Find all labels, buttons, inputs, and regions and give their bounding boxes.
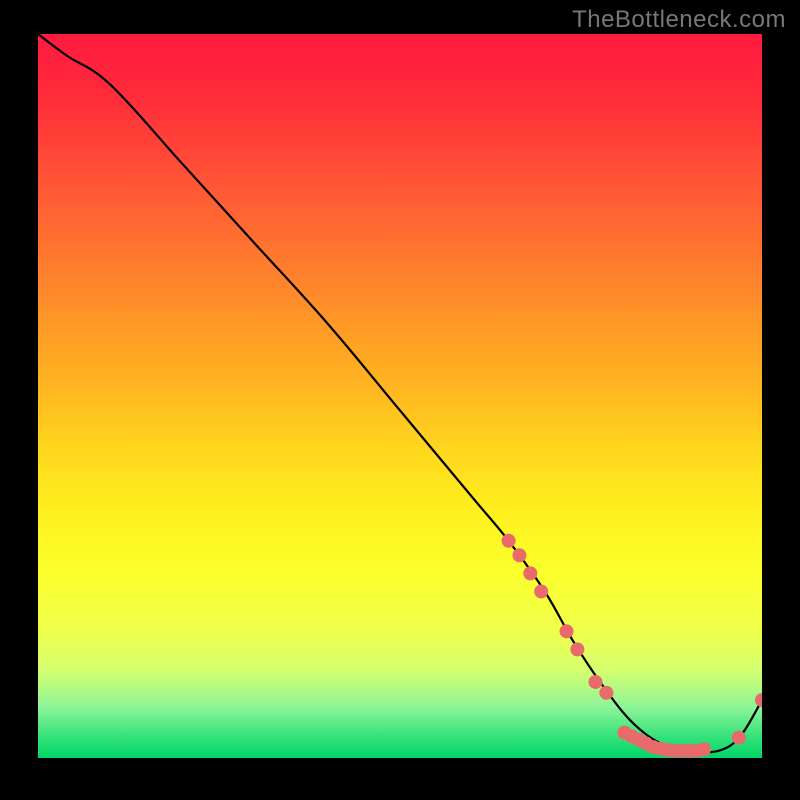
- chart-stage: TheBottleneck.com: [0, 0, 800, 800]
- chart-markers: [502, 534, 762, 758]
- chart-marker: [502, 534, 516, 548]
- chart-marker: [697, 742, 711, 756]
- chart-marker: [570, 642, 584, 656]
- chart-marker: [755, 693, 762, 707]
- chart-svg: [38, 34, 762, 758]
- chart-marker: [732, 731, 746, 745]
- chart-marker: [534, 584, 548, 598]
- watermark-text: TheBottleneck.com: [572, 6, 786, 34]
- chart-marker: [560, 624, 574, 638]
- plot-area: [38, 34, 762, 758]
- chart-marker: [588, 675, 602, 689]
- chart-marker: [512, 548, 526, 562]
- bottleneck-curve: [38, 34, 762, 752]
- chart-marker: [523, 566, 537, 580]
- chart-marker: [599, 686, 613, 700]
